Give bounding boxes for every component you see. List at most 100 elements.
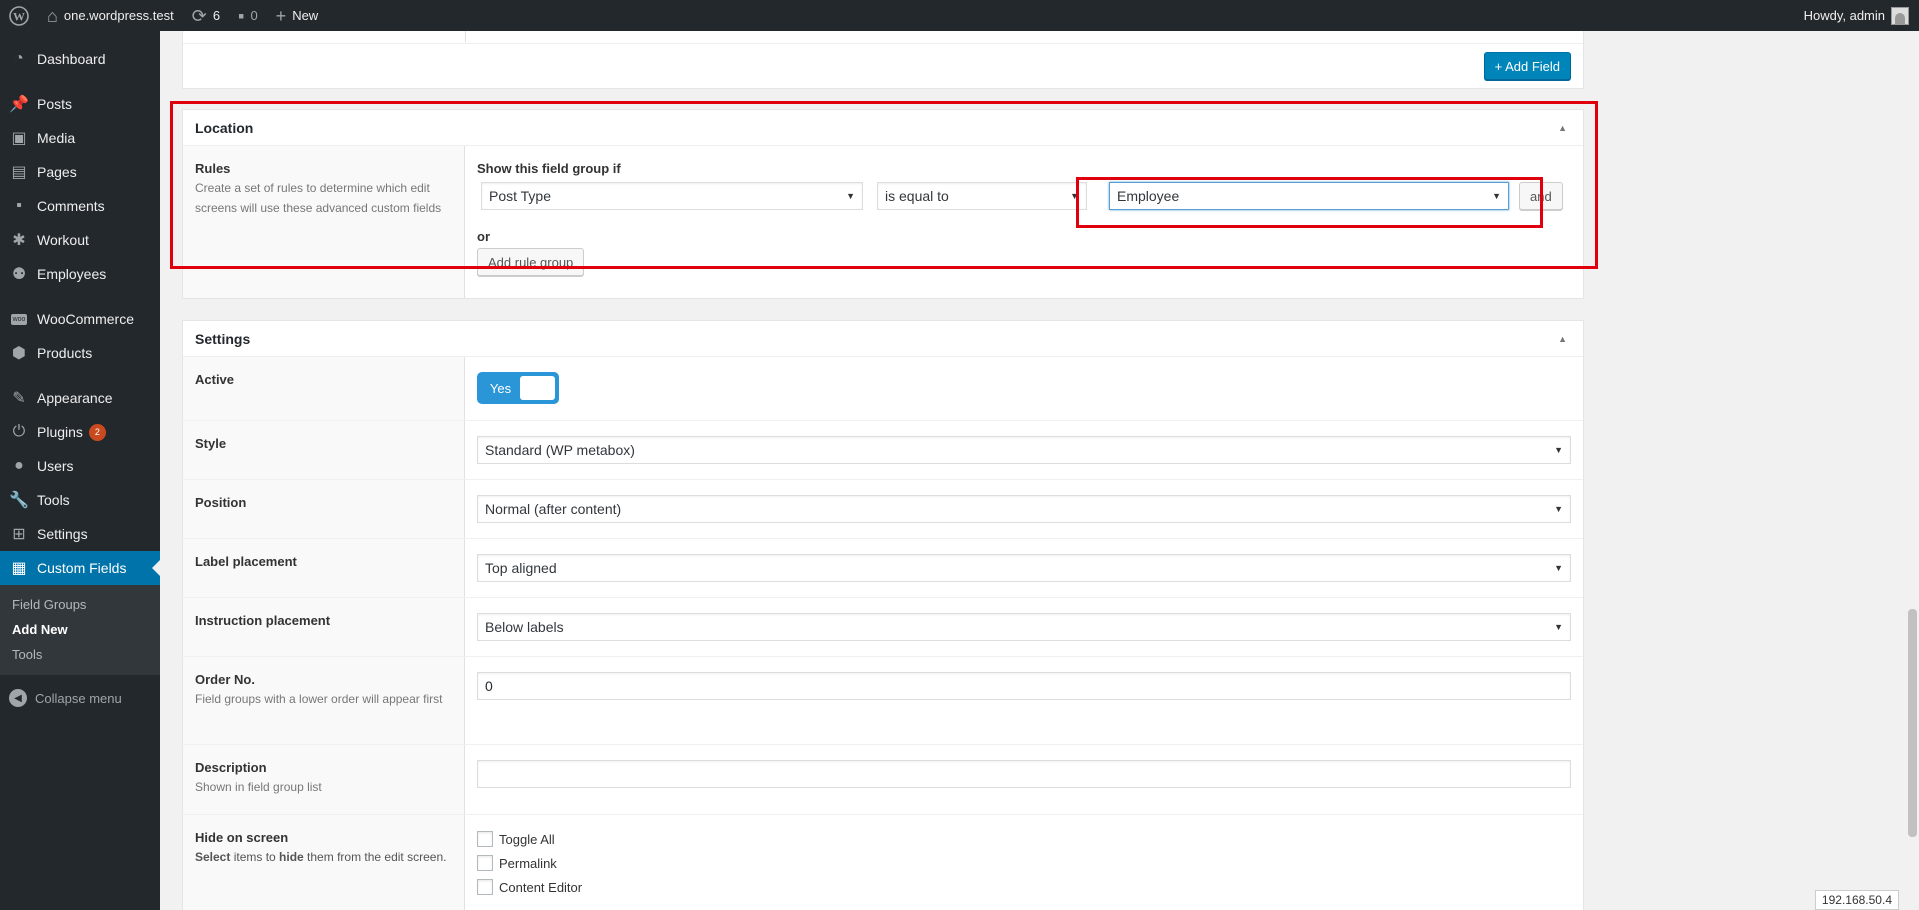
wp-logo-button[interactable]: W <box>0 0 38 31</box>
style-value: Standard (WP metabox) <box>485 442 635 458</box>
plugins-update-badge: 2 <box>88 423 106 441</box>
submenu-add-new[interactable]: Add New <box>0 617 160 642</box>
settings-heading: Settings ▲ <box>183 321 1583 357</box>
rules-description: Create a set of rules to determine which… <box>195 181 442 215</box>
location-title: Location <box>195 120 254 136</box>
comments-icon: ▪ <box>16 197 22 214</box>
users-icon: ● <box>14 457 24 474</box>
order-input[interactable]: 0 <box>477 672 1571 700</box>
site-name: one.wordpress.test <box>63 8 174 23</box>
rules-label-cell: Rules Create a set of rules to determine… <box>183 146 465 298</box>
main-content: + Add Field Location ▲ Rules Create a set… <box>160 31 1904 910</box>
updates-link[interactable]: ⟳ 6 <box>183 0 229 31</box>
comments-count: 0 <box>250 8 258 23</box>
show-if-label: Show this field group if <box>477 161 621 176</box>
chevron-down-icon: ▼ <box>1070 191 1079 201</box>
label-placement-label: Label placement <box>195 554 297 569</box>
checkbox-label: Content Editor <box>499 879 583 895</box>
custom-fields-submenu: Field Groups Add New Tools <box>0 585 160 675</box>
sidebar-item-label: Products <box>37 345 93 361</box>
sidebar-item-plugins[interactable]: ⏻ Plugins 2 <box>0 415 160 449</box>
rule-operator-select[interactable]: is equal to ▼ <box>877 182 1087 210</box>
sidebar-item-tools[interactable]: 🔧 Tools <box>0 483 160 517</box>
content-editor-checkbox[interactable]: Content Editor <box>477 875 1571 899</box>
sidebar-item-label: Workout <box>37 232 89 248</box>
sidebar-item-products[interactable]: ⬢ Products <box>0 336 160 370</box>
sidebar-item-label: Plugins <box>37 424 83 440</box>
toggle-all-checkbox[interactable]: Toggle All <box>477 827 1571 851</box>
checkbox[interactable] <box>477 879 493 895</box>
checkbox[interactable] <box>477 831 493 847</box>
active-toggle-label: Yes <box>489 380 512 396</box>
sidebar-item-custom-fields[interactable]: ▦ Custom Fields <box>0 551 160 585</box>
collapse-toggle-icon[interactable]: ▲ <box>1558 110 1567 146</box>
comments-link[interactable]: ▪ 0 <box>229 0 267 31</box>
rule-param-value: Post Type <box>489 188 552 204</box>
box-icon: ⬢ <box>12 345 26 362</box>
new-content-link[interactable]: + New <box>267 0 328 31</box>
sidebar-item-comments[interactable]: ▪ Comments <box>0 189 160 223</box>
hide-on-screen-label: Hide on screen <box>195 830 289 845</box>
sidebar-item-users[interactable]: ● Users <box>0 449 160 483</box>
label-placement-select[interactable]: Top aligned ▼ <box>477 554 1571 582</box>
svg-text:W: W <box>13 9 25 23</box>
add-field-button[interactable]: + Add Field <box>1483 52 1571 80</box>
position-select[interactable]: Normal (after content) ▼ <box>477 495 1571 523</box>
pin-icon: 📌 <box>9 96 29 113</box>
sidebar-item-posts[interactable]: 📌 Posts <box>0 87 160 121</box>
sidebar-item-media[interactable]: ▣ Media <box>0 121 160 155</box>
page-scrollbar[interactable] <box>1904 31 1919 910</box>
checkbox[interactable] <box>477 855 493 871</box>
rule-value-select[interactable]: Employee ▼ <box>1109 182 1509 210</box>
sidebar-item-label: Appearance <box>37 390 113 406</box>
instruction-placement-value: Below labels <box>485 619 564 635</box>
submenu-tools[interactable]: Tools <box>0 642 160 667</box>
rules-label: Rules <box>195 161 231 176</box>
pages-icon: ▤ <box>11 164 27 181</box>
person-icon: ✱ <box>12 232 26 249</box>
sidebar-item-woocommerce[interactable]: woo WooCommerce <box>0 302 160 336</box>
media-icon: ▣ <box>11 130 27 147</box>
rule-param-select[interactable]: Post Type ▼ <box>481 182 863 210</box>
sidebar-item-appearance[interactable]: ✎ Appearance <box>0 381 160 415</box>
collapse-icon: ◀ <box>9 689 27 707</box>
site-name-link[interactable]: ⌂ one.wordpress.test <box>38 0 183 31</box>
add-rule-group-button[interactable]: Add rule group <box>477 248 585 276</box>
checkbox-label: Toggle All <box>499 831 555 847</box>
new-label: New <box>292 8 319 23</box>
permalink-checkbox[interactable]: Permalink <box>477 851 1571 875</box>
description-input[interactable] <box>477 760 1571 788</box>
scrollbar-thumb[interactable] <box>1908 609 1917 837</box>
or-label: or <box>477 229 490 244</box>
instruction-placement-select[interactable]: Below labels ▼ <box>477 613 1571 641</box>
wordpress-icon: W <box>9 5 29 26</box>
and-button[interactable]: and <box>1519 182 1563 210</box>
groups-icon: ⚉ <box>11 266 27 283</box>
sidebar-item-label: Comments <box>37 198 105 214</box>
hide-on-screen-description: Select items to hide them from the edit … <box>195 850 447 864</box>
collapse-toggle-icon[interactable]: ▲ <box>1558 321 1567 357</box>
sidebar-item-settings[interactable]: ⊞ Settings <box>0 517 160 551</box>
sidebar-item-label: Settings <box>37 526 88 542</box>
home-icon: ⌂ <box>47 5 58 26</box>
position-value: Normal (after content) <box>485 501 622 517</box>
sidebar-item-workout[interactable]: ✱ Workout <box>0 223 160 257</box>
sidebar-item-employees[interactable]: ⚉ Employees <box>0 257 160 291</box>
sidebar-item-label: Posts <box>37 96 73 112</box>
admin-sidebar: ◔ Dashboard 📌 Posts ▣ Media ▤ Pages ▪ Comment… <box>0 31 160 910</box>
active-label: Active <box>195 372 235 387</box>
update-icon: ⟳ <box>191 5 207 26</box>
description-help: Shown in field group list <box>195 780 322 794</box>
settings-title: Settings <box>195 331 251 347</box>
style-select[interactable]: Standard (WP metabox) ▼ <box>477 436 1571 464</box>
submenu-field-groups[interactable]: Field Groups <box>0 592 160 617</box>
sidebar-item-label: Media <box>37 130 76 146</box>
description-label: Description <box>195 760 267 775</box>
collapse-menu-button[interactable]: ◀ Collapse menu <box>0 681 160 715</box>
sidebar-item-label: WooCommerce <box>37 311 134 327</box>
rules-input-cell: Show this field group if Post Type ▼ is e… <box>465 146 1583 298</box>
sidebar-item-dashboard[interactable]: ◔ Dashboard <box>0 42 160 76</box>
my-account-link[interactable]: Howdy, admin <box>1795 0 1919 31</box>
sidebar-item-pages[interactable]: ▤ Pages <box>0 155 160 189</box>
active-toggle[interactable]: Yes <box>477 372 559 404</box>
